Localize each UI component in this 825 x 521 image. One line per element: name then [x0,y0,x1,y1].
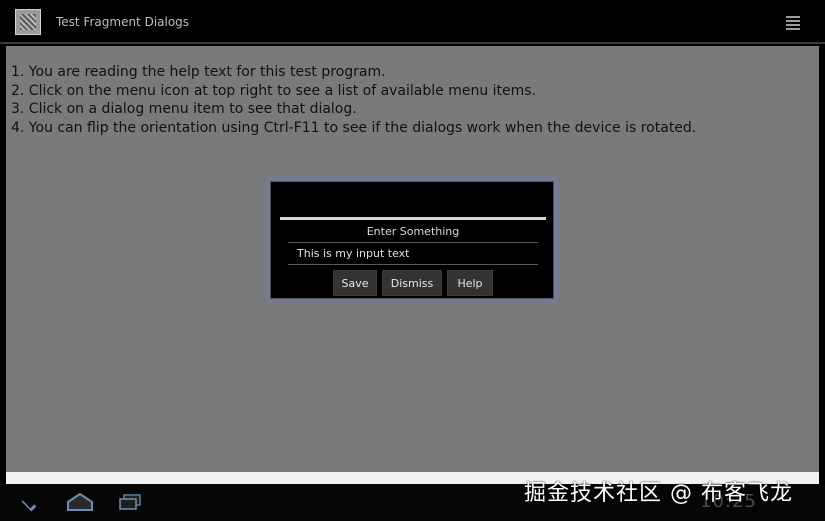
dialog-title: Enter Something [366,225,460,238]
action-bar: Test Fragment Dialogs [0,0,825,44]
help-line-1: 1. You are reading the help text for thi… [11,64,386,80]
watermark-text: 掘金技术社区 @ 布客飞龙 [524,481,793,506]
app-icon[interactable] [15,9,41,35]
dialog-title-divider [280,217,546,220]
back-icon[interactable] [21,496,37,512]
app-icon-pattern [20,14,36,30]
dismiss-button[interactable]: Dismiss [382,270,442,296]
help-text: 1. You are reading the help text for thi… [11,63,696,137]
help-line-3: 3. Click on a dialog menu item to see th… [11,101,357,117]
app-title: Test Fragment Dialogs [56,15,190,29]
help-button[interactable]: Help [447,270,493,296]
overflow-menu-icon[interactable] [786,16,800,30]
recent-apps-icon[interactable] [118,494,142,510]
save-button[interactable]: Save [333,270,377,296]
help-line-2: 2. Click on the menu icon at top right t… [11,82,537,99]
input-dialog: Enter Something This is my input text Sa… [270,181,554,299]
help-line-4: 4. You can flip the orientation using Ct… [11,119,697,136]
dialog-text-input[interactable]: This is my input text [288,242,538,265]
home-icon[interactable] [66,492,94,512]
